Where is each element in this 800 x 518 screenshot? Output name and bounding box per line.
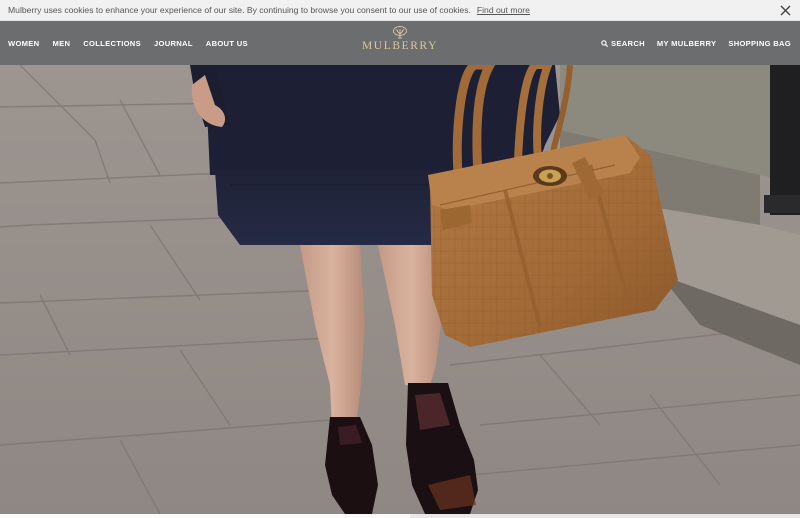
bottom-strip-segment [0, 514, 410, 518]
search-icon [601, 39, 609, 47]
hero-illustration [0, 65, 800, 514]
nav-about-us[interactable]: ABOUT US [206, 39, 248, 48]
nav-women[interactable]: WOMEN [8, 39, 39, 48]
search-link[interactable]: SEARCH [601, 39, 645, 48]
search-label: SEARCH [611, 38, 645, 48]
site-header: WOMEN MEN COLLECTIONS JOURNAL ABOUT US M… [0, 21, 800, 65]
nav-men[interactable]: MEN [52, 39, 70, 48]
logo-wordmark: MULBERRY [361, 40, 439, 52]
shopping-bag-link[interactable]: SHOPPING BAG [728, 39, 791, 48]
find-out-more-link[interactable]: Find out more [477, 5, 530, 15]
nav-collections[interactable]: COLLECTIONS [83, 39, 141, 48]
bottom-strip [0, 514, 800, 518]
mulberry-logo[interactable]: MULBERRY [362, 26, 438, 52]
primary-nav: WOMEN MEN COLLECTIONS JOURNAL ABOUT US [8, 21, 248, 65]
tree-logo-icon [393, 26, 407, 39]
hero-image[interactable] [0, 65, 800, 514]
cookie-message: Mulberry uses cookies to enhance your ex… [8, 5, 471, 15]
cookie-banner: Mulberry uses cookies to enhance your ex… [0, 0, 800, 21]
my-mulberry-link[interactable]: MY MULBERRY [657, 39, 716, 48]
utility-nav: SEARCH MY MULBERRY SHOPPING BAG [601, 21, 791, 65]
close-icon[interactable] [778, 3, 792, 17]
nav-journal[interactable]: JOURNAL [154, 39, 193, 48]
